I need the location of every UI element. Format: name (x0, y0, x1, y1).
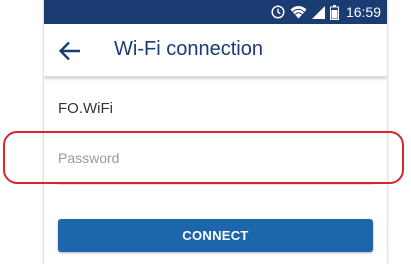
arrow-left-icon[interactable] (58, 40, 82, 62)
password-input[interactable] (58, 142, 373, 174)
password-divider (58, 184, 373, 185)
status-bar: 16:59 (44, 0, 387, 24)
alarm-icon (271, 5, 285, 19)
status-time: 16:59 (345, 4, 381, 20)
network-ssid: FO.WiFi (58, 100, 113, 117)
page-title: Wi-Fi connection (114, 38, 263, 60)
app-bar: Wi-Fi connection (44, 24, 387, 77)
ssid-divider (58, 131, 373, 132)
connect-button[interactable]: CONNECT (58, 219, 373, 252)
status-icons: 16:59 (271, 3, 381, 21)
phone-screen: 16:59 Wi-Fi connection FO.WiFi CONNECT (44, 0, 387, 264)
battery-icon (329, 4, 339, 20)
wifi-icon (290, 5, 307, 19)
signal-icon (311, 5, 325, 19)
